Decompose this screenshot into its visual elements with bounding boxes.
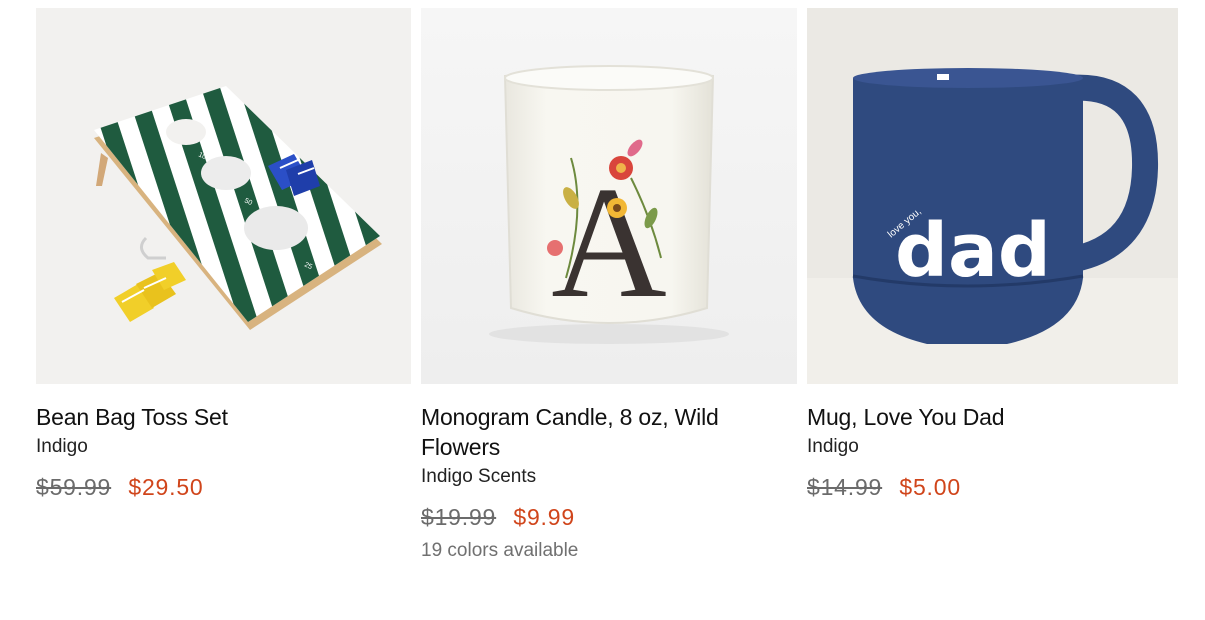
- product-card-bean-bag-toss[interactable]: 100 50 25 Bean Bag Toss Set Indigo $59.9…: [36, 8, 411, 502]
- original-price: $14.99: [807, 474, 883, 500]
- product-image-bean-bag-toss[interactable]: 100 50 25: [36, 8, 411, 384]
- product-brand: Indigo Scents: [421, 466, 537, 487]
- monogram-candle-illustration: A: [421, 8, 797, 384]
- product-image-monogram-candle[interactable]: A: [421, 8, 797, 384]
- product-title[interactable]: Bean Bag Toss Set: [36, 402, 411, 432]
- mug-illustration: love you, dad: [807, 8, 1178, 384]
- product-grid: 100 50 25 Bean Bag Toss Set Indigo $59.9…: [0, 0, 1205, 620]
- sale-price: $9.99: [513, 504, 575, 530]
- monogram-letter: A: [551, 153, 667, 331]
- price-row: $59.99 $29.50: [36, 472, 411, 502]
- original-price: $59.99: [36, 474, 112, 500]
- sale-price: $5.00: [899, 474, 961, 500]
- bean-bag-toss-illustration: 100 50 25: [36, 8, 411, 384]
- product-brand: Indigo: [36, 436, 88, 457]
- product-image-mug-love-you-dad[interactable]: love you, dad: [807, 8, 1178, 384]
- price-row: $14.99 $5.00: [807, 472, 1178, 502]
- product-title[interactable]: Mug, Love You Dad: [807, 402, 1178, 432]
- product-brand: Indigo: [807, 436, 859, 457]
- product-card-monogram-candle[interactable]: A Monogram Candle, 8 oz, Wild Flowers In…: [421, 8, 797, 564]
- product-card-mug-love-you-dad[interactable]: love you, dad Mug, Love You Dad Indigo $…: [807, 8, 1178, 502]
- colors-available-link[interactable]: 19 colors available: [421, 538, 797, 564]
- sale-price: $29.50: [128, 474, 204, 500]
- price-row: $19.99 $9.99: [421, 502, 797, 532]
- product-title[interactable]: Monogram Candle, 8 oz, Wild Flowers: [421, 402, 797, 462]
- mug-large-text: dad: [895, 208, 1051, 294]
- original-price: $19.99: [421, 504, 497, 530]
